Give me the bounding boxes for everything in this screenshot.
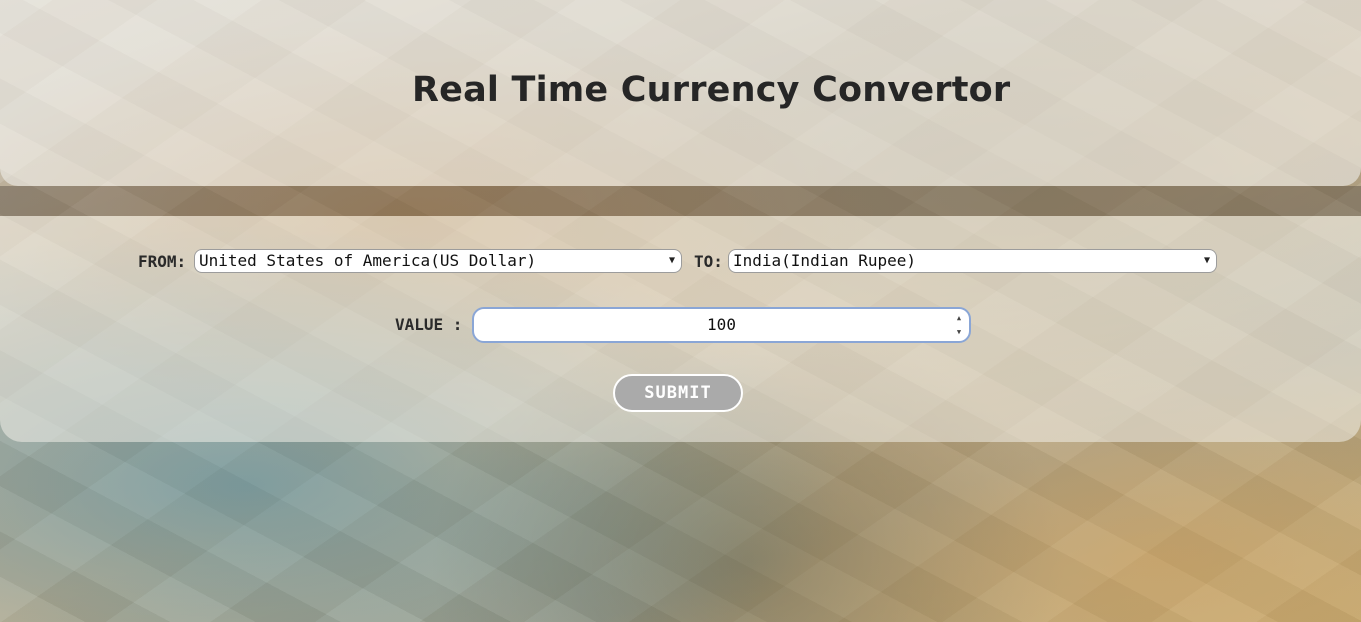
chevron-down-icon: ▼ bbox=[1203, 255, 1210, 266]
spinner-down-icon[interactable]: ▼ bbox=[957, 326, 961, 338]
from-label: FROM: bbox=[138, 252, 187, 271]
value-label: VALUE : bbox=[395, 315, 463, 334]
submit-button[interactable]: SUBMIT bbox=[613, 374, 743, 412]
value-number-input[interactable]: 100 ▲ ▼ bbox=[472, 307, 971, 343]
header-panel: Real Time Currency Convertor bbox=[0, 0, 1361, 186]
from-currency-select[interactable]: United States of America(US Dollar) ▼ bbox=[194, 249, 682, 273]
header-divider-band bbox=[0, 186, 1361, 216]
to-currency-selected-value: India(Indian Rupee) bbox=[733, 251, 917, 270]
to-currency-select[interactable]: India(Indian Rupee) ▼ bbox=[728, 249, 1217, 273]
to-label: TO: bbox=[694, 252, 723, 271]
value-input-text: 100 bbox=[707, 315, 736, 334]
chevron-down-icon: ▼ bbox=[668, 255, 675, 266]
number-spinner[interactable]: ▲ ▼ bbox=[953, 312, 965, 338]
page-title: Real Time Currency Convertor bbox=[412, 70, 1011, 110]
spinner-up-icon[interactable]: ▲ bbox=[957, 312, 961, 324]
from-currency-selected-value: United States of America(US Dollar) bbox=[199, 251, 537, 270]
